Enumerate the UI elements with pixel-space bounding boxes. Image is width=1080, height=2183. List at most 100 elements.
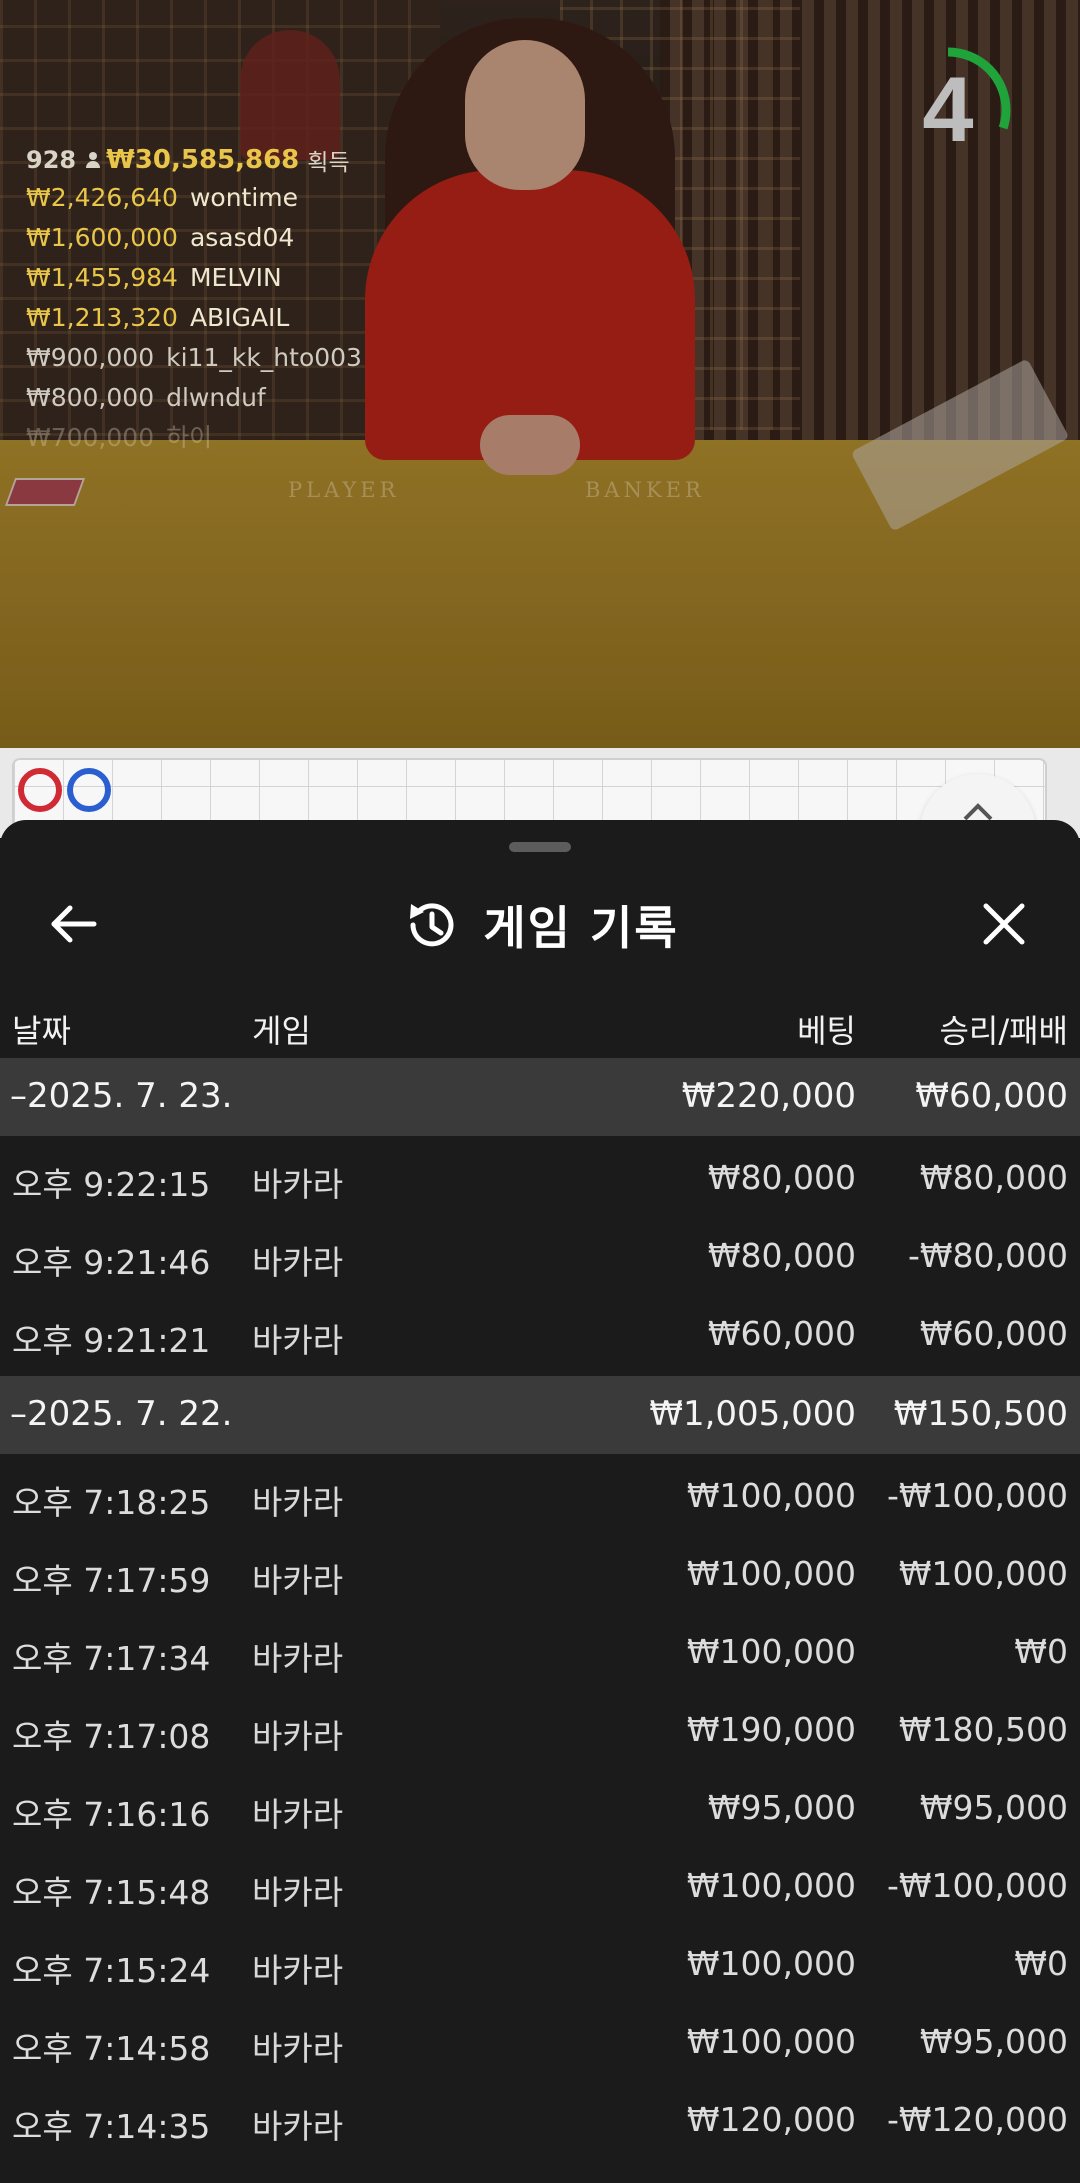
history-row[interactable]: 오후 7:17:34 바카라 ₩100,000 ₩0: [0, 1610, 1080, 1688]
record-bet: ₩100,000: [686, 2022, 856, 2061]
day-summary-row[interactable]: –2025. 7. 23. ₩220,000 ₩60,000: [0, 1058, 1080, 1136]
history-row[interactable]: 오후 9:22:15 바카라 ₩80,000 ₩80,000: [0, 1136, 1080, 1214]
record-result: -₩80,000: [907, 1236, 1068, 1275]
record-game: 바카라: [252, 1321, 344, 1360]
winner-amount: ₩1,455,984: [26, 263, 178, 292]
bead-player: [18, 768, 62, 812]
winner-row: ₩1,600,000 asasd04: [26, 218, 362, 258]
record-bet: ₩100,000: [686, 1476, 856, 1515]
record-game: 바카라: [252, 2107, 344, 2146]
winner-name: wontime: [189, 183, 299, 212]
record-game: 바카라: [252, 1483, 344, 1522]
winners-suffix: 획득: [307, 150, 350, 176]
history-row[interactable]: 오후 7:15:48 바카라 ₩100,000 -₩100,000: [0, 1844, 1080, 1922]
sheet-title-group: 게임 기록: [0, 880, 1080, 970]
winner-name: ABIGAIL: [189, 303, 290, 332]
winner-list: ₩2,426,640 wontime ₩1,600,000 asasd04 ₩1,455…: [26, 178, 362, 458]
sheet-title: 게임 기록: [483, 901, 679, 955]
winners-total: ₩30,585,868: [106, 145, 300, 175]
history-row[interactable]: 오후 7:18:25 바카라 ₩100,000 -₩100,000: [0, 1454, 1080, 1532]
record-time: 오후 7:16:16: [12, 1795, 211, 1834]
game-history-sheet: 게임 기록 날짜 게임 베팅 승리/패배 –2025. 7. 23. ₩220,0…: [0, 820, 1080, 2183]
sheet-drag-handle[interactable]: [509, 842, 571, 852]
record-result: ₩95,000: [919, 2022, 1068, 2061]
winner-name: 하이: [166, 423, 213, 452]
history-row[interactable]: 오후 7:14:58 바카라 ₩100,000 ₩95,000: [0, 2000, 1080, 2078]
record-game: 바카라: [252, 1561, 344, 1600]
winner-name: asasd04: [189, 223, 295, 252]
winner-row: ₩900,000 ki11_kk_hto003: [26, 338, 362, 378]
winner-row: ₩2,426,640 wontime: [26, 178, 362, 218]
winners-count: 928: [26, 146, 77, 174]
winner-amount: ₩900,000: [26, 343, 155, 372]
history-row[interactable]: 오후 7:15:24 바카라 ₩100,000 ₩0: [0, 1922, 1080, 2000]
day-date: –2025. 7. 23.: [10, 1076, 233, 1116]
record-game: 바카라: [252, 1165, 344, 1204]
record-time: 오후 7:14:35: [12, 2107, 211, 2146]
column-result: 승리/패배: [939, 1012, 1068, 1050]
history-row[interactable]: 오후 9:21:21 바카라 ₩60,000 ₩60,000: [0, 1292, 1080, 1370]
history-row[interactable]: 오후 7:17:08 바카라 ₩190,000 ₩180,500: [0, 1688, 1080, 1766]
day-summary-row[interactable]: –2025. 7. 22. ₩1,005,000 ₩150,500: [0, 1376, 1080, 1454]
record-bet: ₩80,000: [707, 1158, 856, 1197]
countdown-number: 4: [922, 59, 974, 161]
record-time: 오후 7:17:34: [12, 1639, 211, 1678]
winner-amount: ₩700,000: [26, 423, 155, 452]
record-time: 오후 7:15:24: [12, 1951, 211, 1990]
record-time: 오후 7:17:59: [12, 1561, 211, 1600]
winner-amount: ₩1,600,000: [26, 223, 178, 252]
history-row[interactable]: 오후 9:21:46 바카라 ₩80,000 -₩80,000: [0, 1214, 1080, 1292]
history-row[interactable]: 오후 7:17:59 바카라 ₩100,000 ₩100,000: [0, 1532, 1080, 1610]
day-spacer: [0, 2156, 1080, 2162]
winner-amount: ₩1,213,320: [26, 303, 178, 332]
record-game: 바카라: [252, 1243, 344, 1282]
record-bet: ₩80,000: [707, 1236, 856, 1275]
record-game: 바카라: [252, 1873, 344, 1912]
column-game: 게임: [252, 1012, 311, 1050]
history-icon: [410, 903, 454, 947]
winner-row: ₩1,213,320 ABIGAIL: [26, 298, 362, 338]
chevron-up-icon: [963, 803, 993, 821]
record-time: 오후 9:22:15: [12, 1165, 211, 1204]
history-row[interactable]: 오후 7:16:16 바카라 ₩95,000 ₩95,000: [0, 1766, 1080, 1844]
record-result: ₩100,000: [898, 1554, 1068, 1593]
back-button[interactable]: [40, 892, 104, 956]
close-icon: [983, 903, 1025, 945]
column-bet: 베팅: [797, 1012, 856, 1050]
day-bet-total: ₩220,000: [681, 1076, 856, 1116]
record-time: 오후 9:21:21: [12, 1321, 211, 1360]
record-time: 오후 7:18:25: [12, 1483, 211, 1522]
sheet-header: 게임 기록: [0, 880, 1080, 970]
record-result: -₩100,000: [886, 1476, 1068, 1515]
record-game: 바카라: [252, 2029, 344, 2068]
record-bet: ₩100,000: [686, 1632, 856, 1671]
live-video-feed: PLAYER BANKER 928 ₩30,585,868 획득 ₩2,426,…: [0, 0, 1080, 748]
history-row[interactable]: 오후 7:14:35 바카라 ₩120,000 -₩120,000: [0, 2078, 1080, 2156]
winner-row: ₩1,455,984 MELVIN: [26, 258, 362, 298]
record-result: ₩180,500: [898, 1710, 1068, 1749]
bead-banker: [67, 768, 111, 812]
arrow-left-icon: [51, 905, 97, 943]
record-bet: ₩100,000: [686, 1866, 856, 1905]
record-time: 오후 7:14:58: [12, 2029, 211, 2068]
record-result: ₩80,000: [919, 1158, 1068, 1197]
record-bet: ₩190,000: [686, 1710, 856, 1749]
day-result-total: ₩150,500: [893, 1394, 1068, 1434]
record-result: ₩60,000: [919, 1314, 1068, 1353]
winner-name: MELVIN: [189, 263, 282, 292]
record-result: ₩0: [1014, 1944, 1068, 1983]
record-bet: ₩120,000: [686, 2100, 856, 2139]
record-result: -₩120,000: [886, 2100, 1068, 2139]
close-button[interactable]: [972, 892, 1036, 956]
record-bet: ₩60,000: [707, 1314, 856, 1353]
record-time: 오후 7:15:48: [12, 1873, 211, 1912]
day-result-total: ₩60,000: [915, 1076, 1068, 1116]
winner-row: ₩800,000 dlwnduf: [26, 378, 362, 418]
record-time: 오후 9:21:46: [12, 1243, 211, 1282]
record-bet: ₩100,000: [686, 1554, 856, 1593]
record-game: 바카라: [252, 1951, 344, 1990]
winner-amount: ₩2,426,640: [26, 183, 178, 212]
record-bet: ₩95,000: [707, 1788, 856, 1827]
person-icon: [86, 152, 101, 168]
record-game: 바카라: [252, 1639, 344, 1678]
